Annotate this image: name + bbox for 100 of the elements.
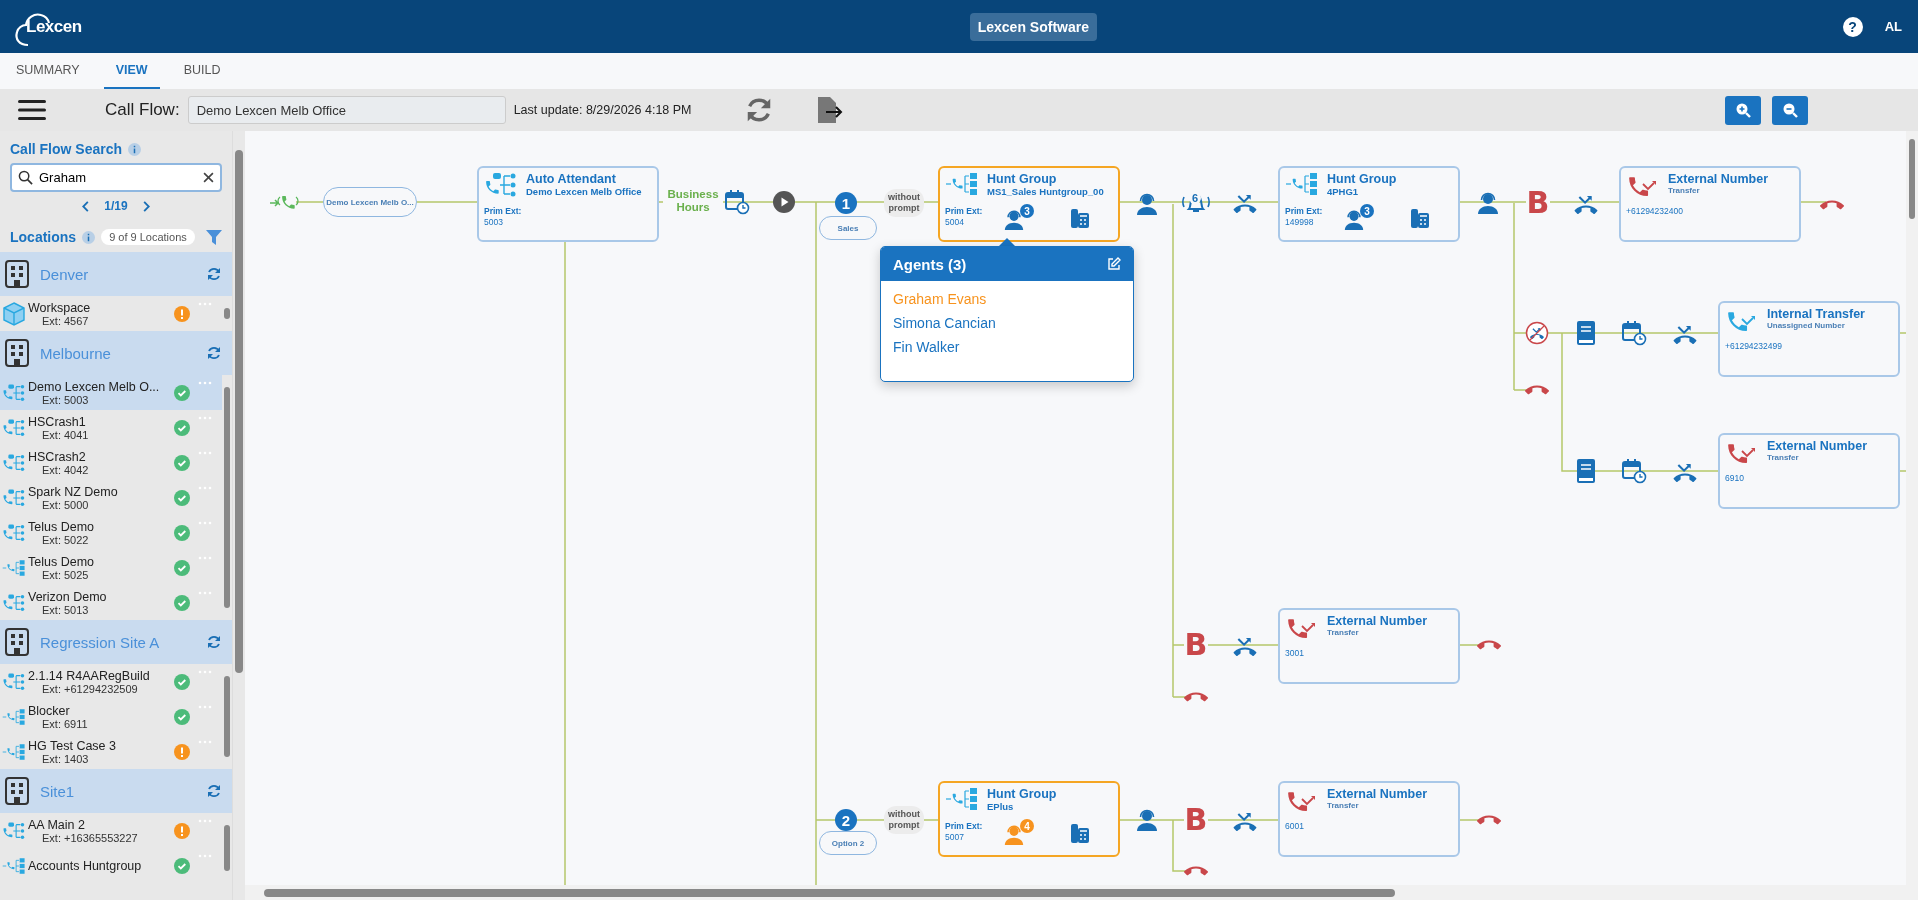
- filter-icon[interactable]: [206, 229, 222, 245]
- item-name: 2.1.14 R4AARegBuild: [28, 668, 151, 683]
- call-flow-item[interactable]: Spark NZ Demo Ext: 5000: [0, 480, 222, 515]
- call-flow-item[interactable]: Telus Demo Ext: 5022: [0, 515, 222, 550]
- previous-icon[interactable]: [82, 200, 91, 212]
- call-flow-item[interactable]: HG Test Case 3 Ext: 1403: [0, 734, 222, 769]
- extension-number: 5007: [945, 832, 965, 843]
- phone-menu-tree-icon: [2, 820, 26, 841]
- user-initials[interactable]: AL: [1884, 19, 1902, 34]
- phone-menu-tree-icon: [484, 172, 518, 198]
- call-flow-field[interactable]: Demo Lexcen Melb Office: [187, 96, 506, 124]
- agent-name[interactable]: Fin Walker: [893, 339, 1121, 355]
- prompt-tag: without prompt: [884, 806, 924, 834]
- option-label[interactable]: Sales: [819, 216, 877, 240]
- call-flow-item[interactable]: Telus Demo Ext: 5025: [0, 550, 222, 585]
- help-button[interactable]: ?: [1842, 16, 1863, 37]
- call-flow-item[interactable]: HSCrash2 Ext: 4042: [0, 445, 222, 480]
- flow-card[interactable]: Internal Transfer Unassigned Number +61294232499: [1718, 301, 1900, 377]
- card-title: Hunt Group: [987, 787, 1057, 801]
- extension-number: 5003: [484, 217, 504, 228]
- refresh-icon[interactable]: [206, 634, 222, 650]
- card-subtitle: MS1_Sales Huntgroup_00: [987, 186, 1104, 197]
- card-subtitle: Transfer: [1327, 628, 1360, 637]
- phone-queue-icon: [945, 787, 979, 811]
- item-name: AA Main 2: [28, 817, 86, 832]
- option-number-badge: 2: [835, 809, 857, 831]
- scrollbar[interactable]: [1906, 131, 1918, 885]
- flow-card[interactable]: Hunt Group 4PHG1 Prim Ext: 149998 3: [1278, 166, 1460, 242]
- next-icon[interactable]: [141, 200, 150, 212]
- hang-up-icon: [1477, 814, 1501, 826]
- connector-line: [1799, 201, 1827, 203]
- flow-card[interactable]: External Number Transfer 6910: [1718, 433, 1900, 509]
- search-field[interactable]: Graham: [10, 163, 222, 192]
- flow-card[interactable]: External Number Transfer 6001: [1278, 781, 1460, 857]
- agent-icon[interactable]: [1003, 209, 1025, 231]
- flow-card[interactable]: External Number Transfer 3001: [1278, 608, 1460, 684]
- refresh-icon[interactable]: [206, 345, 222, 361]
- card-title: Hunt Group: [987, 172, 1058, 186]
- card-subtitle: 4PHG1: [1327, 186, 1360, 197]
- phone-queue-icon: [2, 707, 26, 726]
- item-extension: Ext: 5022: [41, 533, 90, 546]
- agent-icon[interactable]: [1003, 824, 1025, 846]
- call-flow-item[interactable]: Blocker Ext: 6911: [0, 699, 222, 734]
- call-flow-item[interactable]: 2.1.14 R4AARegBuild Ext: +61294232509: [0, 664, 222, 699]
- logo[interactable]: Lexcen: [14, 6, 104, 47]
- building-icon: [4, 259, 30, 289]
- zoom-out-icon: [1782, 102, 1798, 118]
- call-flow-item[interactable]: Demo Lexcen Melb O... Ext: 5003: [0, 375, 222, 410]
- call-flow-item[interactable]: Verizon Demo Ext: 5013: [0, 585, 222, 620]
- item-name: HSCrash2: [28, 449, 87, 464]
- phone-queue-icon: [945, 172, 979, 196]
- entry-label[interactable]: Demo Lexcen Melb O...: [323, 187, 417, 217]
- scrollbar[interactable]: [232, 131, 245, 900]
- building-icon: [4, 776, 30, 806]
- location-name: Regression Site A: [40, 633, 161, 651]
- card-subtitle: Transfer: [1668, 186, 1701, 195]
- refresh-icon[interactable]: [206, 266, 222, 282]
- location-name: Site1: [40, 782, 76, 800]
- tab[interactable]: BUILD: [171, 53, 233, 89]
- flow-card[interactable]: Hunt Group MS1_Sales Huntgroup_00 Prim Ext: 5004 3: [938, 166, 1120, 242]
- phone-queue-icon: [2, 742, 26, 761]
- item-name: Accounts Huntgroup: [28, 858, 143, 873]
- connector-line: [1898, 470, 1908, 472]
- edit-icon[interactable]: [1107, 257, 1121, 271]
- tab[interactable]: SUMMARY: [4, 53, 92, 89]
- close-icon[interactable]: [203, 172, 214, 183]
- search-icon: [18, 170, 33, 185]
- option-label[interactable]: Option 2: [819, 831, 877, 855]
- menu-icon[interactable]: [18, 99, 46, 121]
- agent-icon[interactable]: [1343, 209, 1365, 231]
- phone-menu-tree-icon: [2, 592, 26, 613]
- item-name: HSCrash1: [28, 414, 87, 429]
- ring-count: 6: [1189, 192, 1201, 204]
- scrollbar[interactable]: [245, 885, 1918, 900]
- connector-line: [416, 201, 478, 203]
- item-extension: Ext: 5003: [41, 393, 90, 406]
- call-flow-item[interactable]: HSCrash1 Ext: 4041: [0, 410, 222, 445]
- phone-menu-tree-icon: [2, 452, 26, 473]
- flow-card[interactable]: Hunt Group EPlus Prim Ext: 5007 4: [938, 781, 1120, 857]
- call-flow-item[interactable]: Accounts Huntgroup: [0, 848, 222, 883]
- card-subtitle: Demo Lexcen Melb Office: [526, 186, 642, 197]
- hang-up-icon: [1477, 639, 1501, 651]
- flow-card[interactable]: Auto Attendant Demo Lexcen Melb Office Prim Ext: 5003: [477, 166, 659, 242]
- locations-title: Locations: [10, 229, 77, 245]
- call-flow-item[interactable]: Workspace Ext: 4567: [0, 296, 222, 331]
- extension-label: Prim Ext:: [484, 206, 523, 217]
- extension-label: Prim Ext:: [945, 206, 984, 217]
- item-name: Spark NZ Demo: [28, 484, 119, 499]
- zoom-out-button[interactable]: [1772, 95, 1808, 125]
- item-extension: Ext: 5025: [41, 568, 90, 581]
- extension-label: Prim Ext:: [945, 821, 984, 832]
- call-flow-item[interactable]: AA Main 2 Ext: +16365553227: [0, 813, 222, 848]
- location-name: Denver: [40, 265, 90, 283]
- refresh-icon[interactable]: [206, 783, 222, 799]
- hang-up-icon: [1184, 865, 1208, 877]
- info-icon[interactable]: [82, 230, 96, 244]
- info-icon[interactable]: [128, 142, 142, 156]
- flow-card[interactable]: External Number Transfer +61294232400: [1619, 166, 1801, 242]
- zoom-in-button[interactable]: [1725, 95, 1761, 125]
- agent-name[interactable]: Simona Cancian: [893, 315, 1121, 331]
